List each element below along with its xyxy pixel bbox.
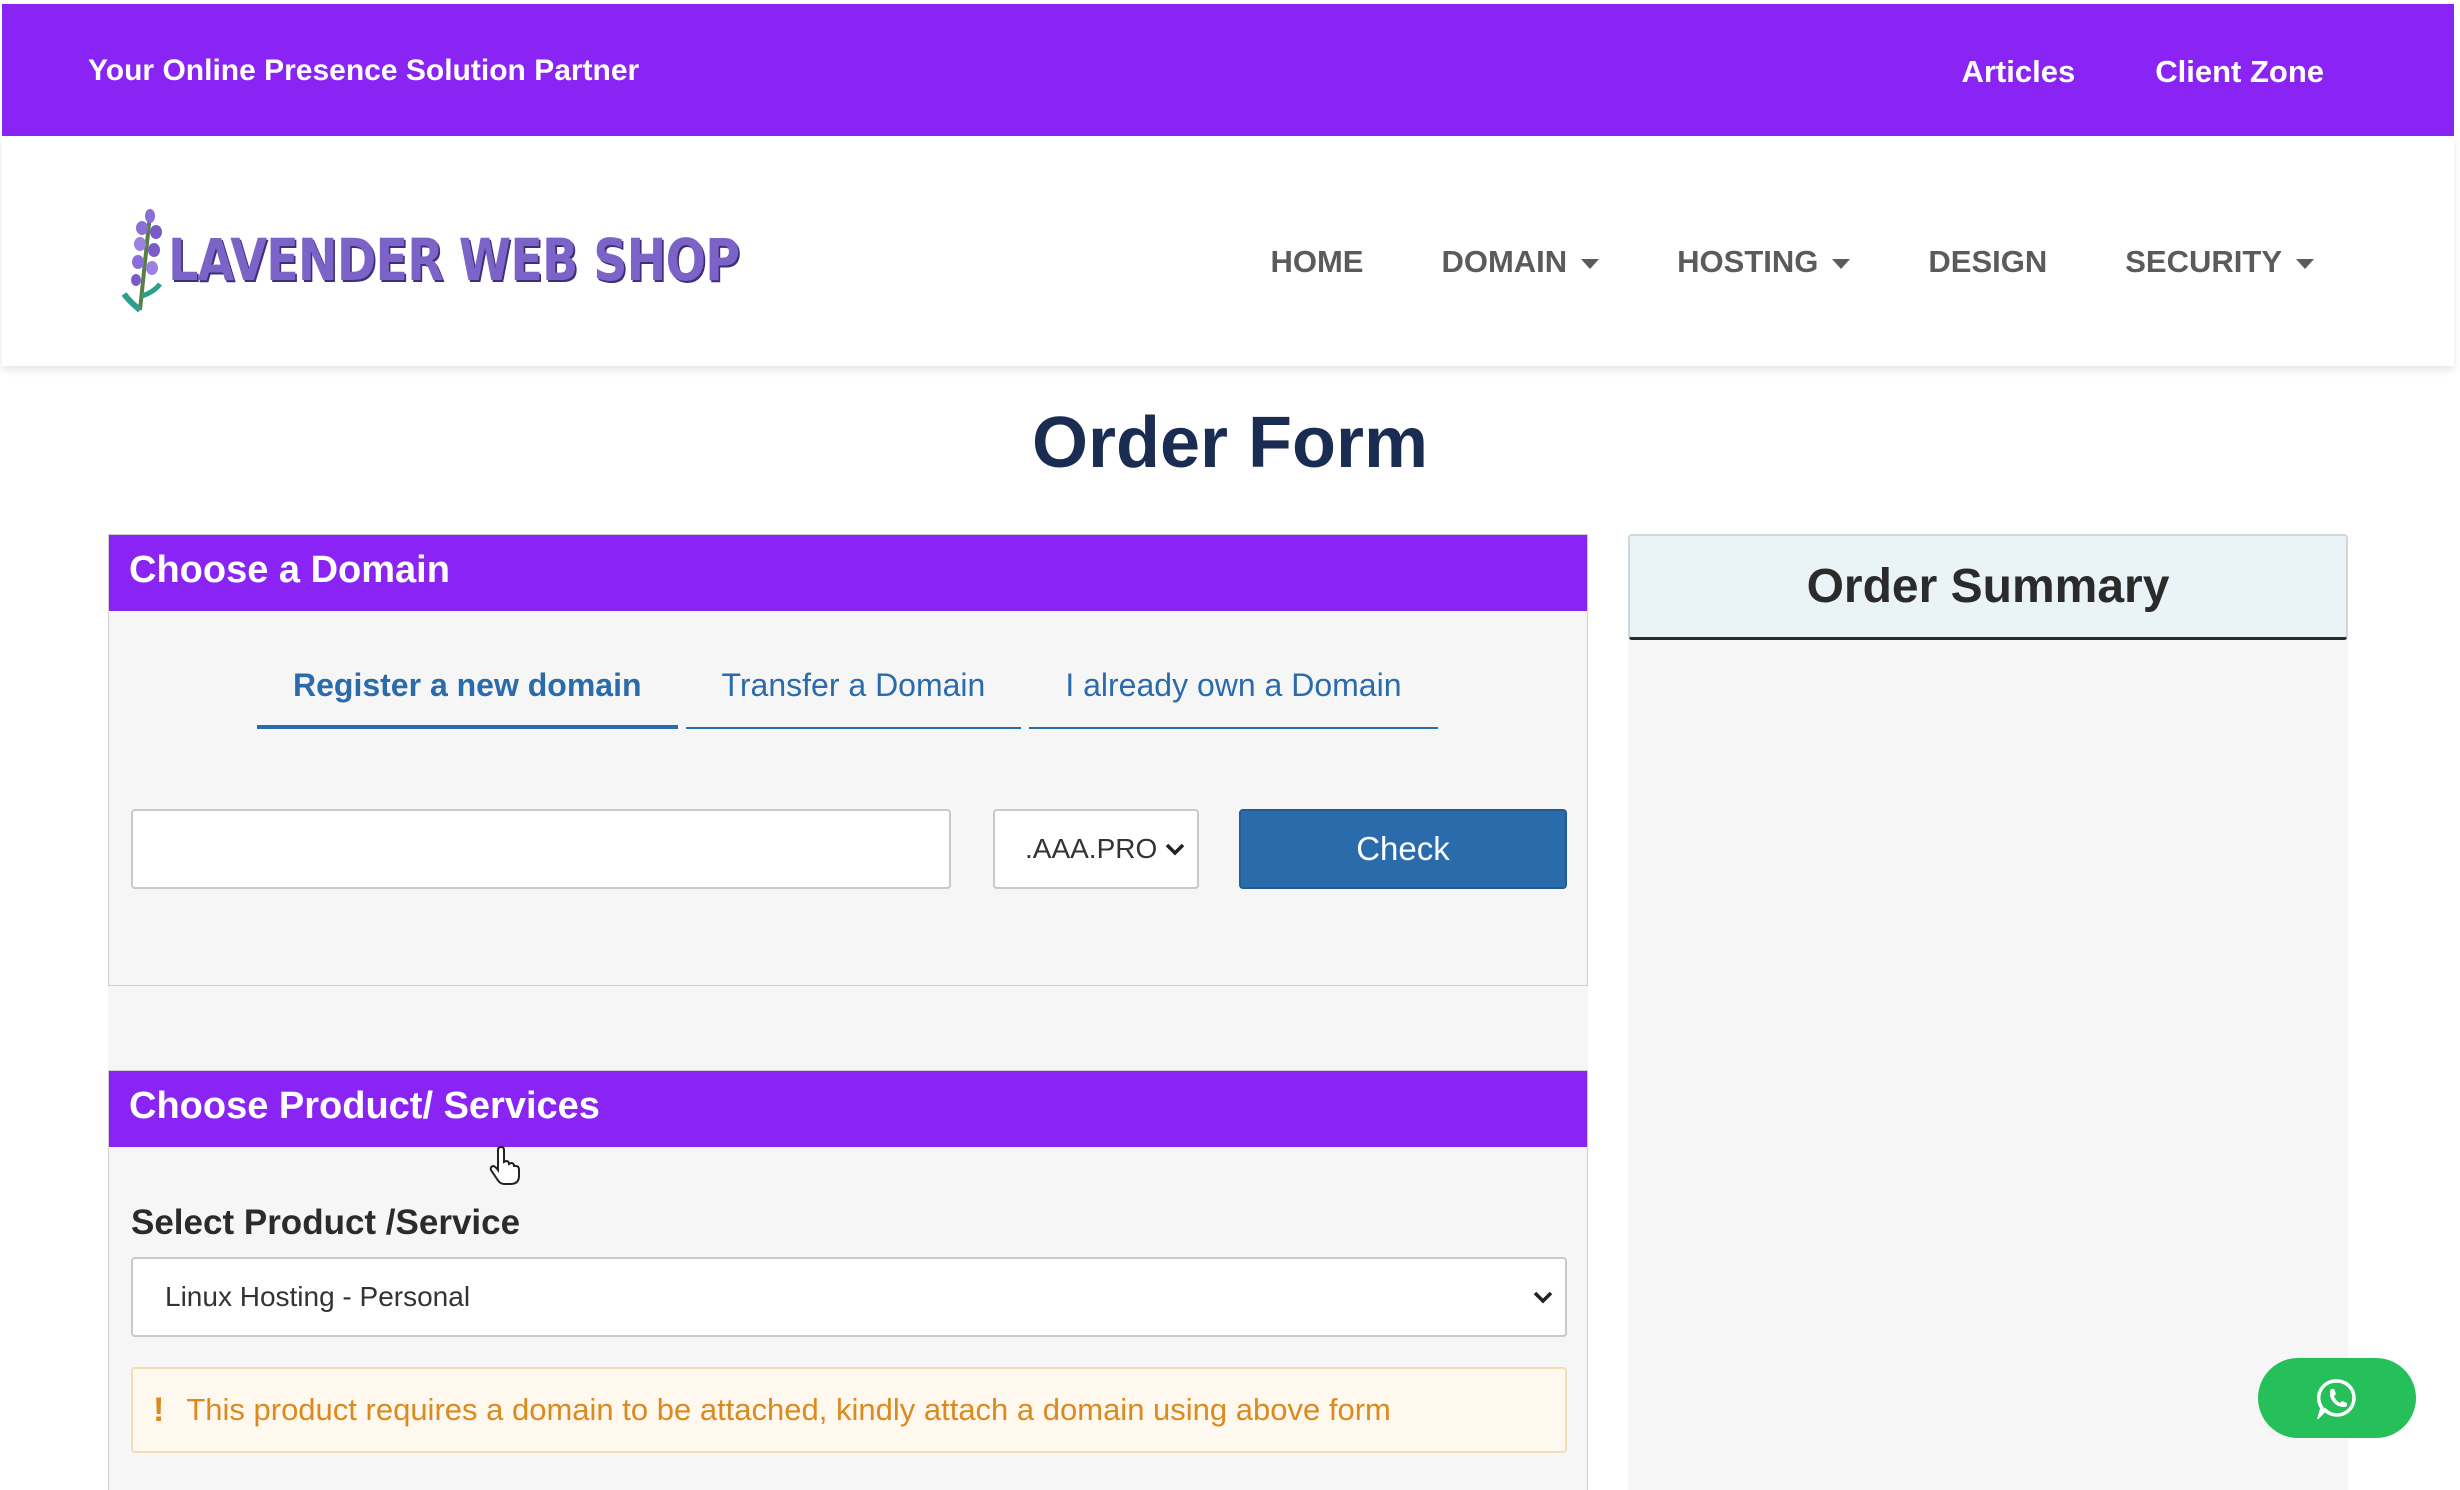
tld-selected-value: .AAA.PRO [1025,833,1158,864]
whatsapp-button[interactable] [2258,1358,2416,1438]
site-header: LAVENDER WEB SHOP HOME DOMAIN HOSTING DE… [2,136,2454,366]
order-summary-body [1628,640,2348,1490]
chevron-down-icon [1163,837,1187,861]
nav-home[interactable]: HOME [1270,244,1363,280]
tab-transfer-domain[interactable]: Transfer a Domain [685,645,1022,729]
page-title: Order Form [1031,403,1429,483]
nav-domain-label: DOMAIN [1441,244,1568,279]
product-selected-value: Linux Hosting - Personal [165,1281,471,1312]
main-content: Order Form Choose a Domain Register a ne… [0,366,2460,1490]
chevron-down-icon [1533,1291,1553,1304]
top-bar: Your Online Presence Solution Partner Ar… [2,4,2454,136]
tld-select[interactable]: .AAA.PRO [993,809,1199,889]
tagline: Your Online Presence Solution Partner [88,54,640,87]
nav-hosting[interactable]: HOSTING [1677,244,1851,280]
hand-cursor-icon [489,1146,520,1185]
caret-down-icon [1581,259,1600,269]
domain-required-alert: ! This product requires a domain to be a… [131,1367,1567,1453]
nav-security[interactable]: SECURITY [2125,244,2314,280]
domain-search-input[interactable] [131,809,951,889]
choose-domain-panel: Choose a Domain Register a new domain Tr… [108,534,1588,986]
nav-domain[interactable]: DOMAIN [1441,244,1600,280]
nav-security-label: SECURITY [2125,244,2282,279]
order-summary-header: Order Summary [1628,534,2348,640]
choose-product-panel: Choose Product/ Services Select Product … [108,1070,1588,1490]
tab-own-domain[interactable]: I already own a Domain [1029,645,1438,729]
choose-product-heading: Choose Product/ Services [109,1071,1587,1147]
nav-hosting-label: HOSTING [1677,244,1819,279]
warning-icon: ! [153,1390,165,1429]
select-product-label: Select Product /Service [131,1203,521,1242]
check-domain-button[interactable]: Check [1239,809,1567,889]
client-zone-link[interactable]: Client Zone [2155,54,2324,90]
browser-viewport: Your Online Presence Solution Partner Ar… [0,0,2460,1490]
product-service-select[interactable]: Linux Hosting - Personal [131,1257,1567,1337]
logo-text: LAVENDER WEB SHOP [168,226,740,294]
top-links: Articles Client Zone [1961,54,2324,90]
site-logo[interactable]: LAVENDER WEB SHOP [110,206,740,316]
caret-down-icon [1832,259,1851,269]
main-nav: HOME DOMAIN HOSTING DESIGN SECURITY [1270,244,2314,280]
nav-design[interactable]: DESIGN [1928,244,2047,280]
articles-link[interactable]: Articles [1961,54,2075,90]
choose-domain-heading: Choose a Domain [109,535,1587,611]
nav-design-label: DESIGN [1928,244,2048,279]
domain-tabs: Register a new domain Transfer a Domain … [257,645,1438,729]
order-form-column: Choose a Domain Register a new domain Tr… [108,534,1588,1490]
tab-register-domain[interactable]: Register a new domain [257,645,678,729]
caret-down-icon [2296,259,2314,269]
nav-home-label: HOME [1270,244,1364,279]
alert-text: This product requires a domain to be att… [186,1392,1391,1427]
whatsapp-icon [2316,1379,2356,1419]
